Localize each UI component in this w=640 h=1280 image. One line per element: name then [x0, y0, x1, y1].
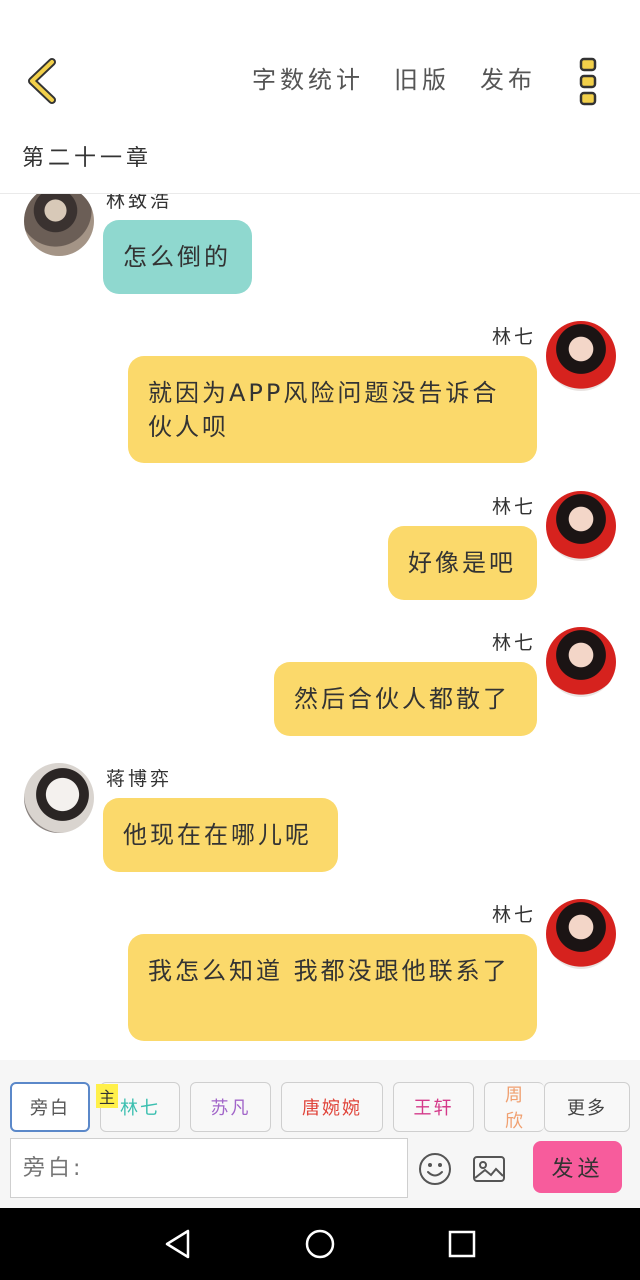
role-label: 王轩: [413, 1098, 454, 1119]
avatar[interactable]: [546, 321, 616, 391]
chapter-title[interactable]: 第二十一章: [22, 140, 152, 172]
message-bubble[interactable]: 怎么倒的: [103, 220, 252, 294]
publish-button[interactable]: 发布: [480, 64, 536, 96]
message-input[interactable]: [10, 1138, 408, 1198]
word-count-button[interactable]: 字数统计: [252, 64, 364, 96]
system-nav-bar: [0, 1208, 640, 1280]
message-bubble[interactable]: 好像是吧: [388, 526, 537, 600]
avatar[interactable]: [24, 763, 94, 833]
role-label: 周欣: [505, 1085, 525, 1132]
role-wangxuan[interactable]: 王轩: [393, 1082, 474, 1132]
send-button[interactable]: 发送: [533, 1141, 622, 1193]
sender-name: 林致浩: [106, 194, 173, 212]
message-bubble[interactable]: 我怎么知道 我都没跟他联系了: [128, 934, 537, 1041]
role-label: 旁白: [30, 1098, 70, 1119]
role-more-button[interactable]: 更多: [544, 1082, 630, 1132]
sender-name: 林七: [492, 904, 537, 926]
old-version-button[interactable]: 旧版: [394, 64, 450, 96]
nav-recents-icon[interactable]: [446, 1228, 478, 1260]
avatar[interactable]: [546, 627, 616, 697]
back-arrow-icon[interactable]: [22, 56, 62, 106]
role-tangwanwan[interactable]: 唐婉婉: [281, 1082, 383, 1132]
role-label: 唐婉婉: [302, 1098, 362, 1119]
sender-name: 林七: [492, 496, 537, 518]
input-bar: 发送: [0, 1132, 640, 1208]
avatar[interactable]: [546, 491, 616, 561]
image-icon[interactable]: [472, 1154, 506, 1184]
role-sufan[interactable]: 苏凡: [190, 1082, 271, 1132]
avatar[interactable]: [24, 194, 94, 256]
sender-name: 林七: [492, 632, 537, 654]
avatar[interactable]: [546, 899, 616, 969]
message-bubble[interactable]: 他现在在哪儿呢: [103, 798, 338, 872]
more-icon[interactable]: [578, 56, 598, 106]
role-narration[interactable]: 旁白: [10, 1082, 90, 1132]
sender-name: 蒋博弈: [106, 768, 173, 790]
role-label: 苏凡: [210, 1098, 251, 1119]
nav-back-icon[interactable]: [162, 1228, 194, 1260]
role-zhouxin[interactable]: 周欣: [484, 1082, 544, 1132]
role-label: 更多: [567, 1098, 607, 1119]
header-actions: 字数统计 旧版 发布: [252, 64, 566, 96]
chat-area[interactable]: 林致浩 怎么倒的 林七 就因为APP风险问题没告诉合伙人呗 林七 好像是吧 林七…: [0, 194, 640, 1060]
role-label: 林七: [120, 1098, 160, 1119]
top-bar: 字数统计 旧版 发布 第二十一章: [0, 0, 640, 171]
sender-name: 林七: [492, 326, 537, 348]
nav-home-icon[interactable]: [304, 1228, 336, 1260]
emoji-icon[interactable]: [418, 1152, 452, 1186]
message-bubble[interactable]: 然后合伙人都散了: [274, 662, 537, 736]
main-character-badge: 主: [96, 1084, 118, 1108]
message-bubble[interactable]: 就因为APP风险问题没告诉合伙人呗: [128, 356, 537, 463]
